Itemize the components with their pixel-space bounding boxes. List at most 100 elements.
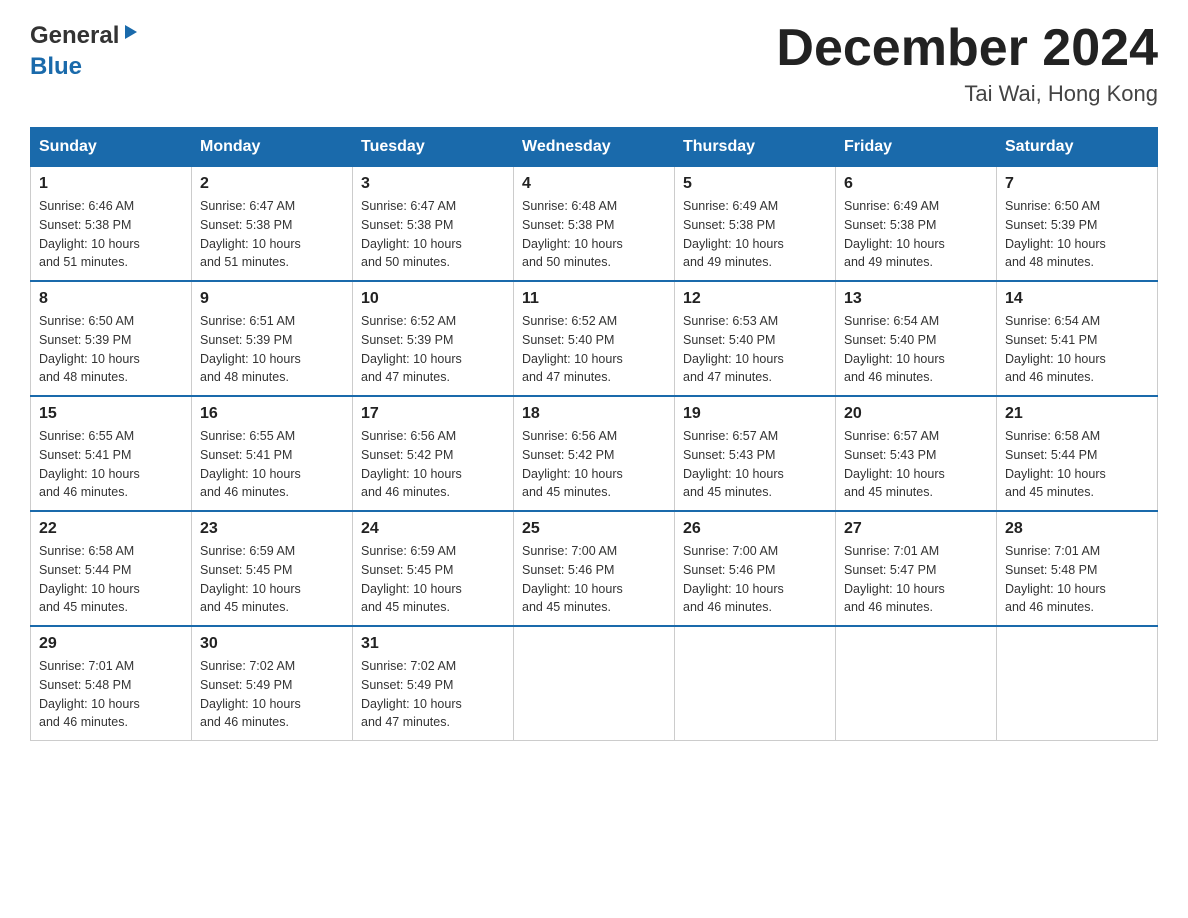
table-row: 20 Sunrise: 6:57 AMSunset: 5:43 PMDayligh… — [836, 396, 997, 511]
day-info: Sunrise: 6:52 AMSunset: 5:40 PMDaylight:… — [522, 312, 666, 387]
day-info: Sunrise: 6:47 AMSunset: 5:38 PMDaylight:… — [361, 197, 505, 272]
day-info: Sunrise: 7:01 AMSunset: 5:48 PMDaylight:… — [1005, 542, 1149, 617]
table-row: 28 Sunrise: 7:01 AMSunset: 5:48 PMDayligh… — [997, 511, 1158, 626]
logo-general-text: General — [30, 20, 119, 51]
col-monday: Monday — [192, 128, 353, 167]
day-info: Sunrise: 6:54 AMSunset: 5:40 PMDaylight:… — [844, 312, 988, 387]
day-info: Sunrise: 7:00 AMSunset: 5:46 PMDaylight:… — [683, 542, 827, 617]
table-row: 30 Sunrise: 7:02 AMSunset: 5:49 PMDayligh… — [192, 626, 353, 741]
day-info: Sunrise: 6:51 AMSunset: 5:39 PMDaylight:… — [200, 312, 344, 387]
calendar-week-row: 1 Sunrise: 6:46 AMSunset: 5:38 PMDaylight… — [31, 167, 1158, 282]
day-number: 4 — [522, 175, 666, 193]
page-subtitle: Tai Wai, Hong Kong — [776, 81, 1158, 107]
table-row: 9 Sunrise: 6:51 AMSunset: 5:39 PMDaylight… — [192, 281, 353, 396]
day-info: Sunrise: 6:58 AMSunset: 5:44 PMDaylight:… — [1005, 427, 1149, 502]
day-number: 2 — [200, 175, 344, 193]
day-number: 5 — [683, 175, 827, 193]
day-info: Sunrise: 6:52 AMSunset: 5:39 PMDaylight:… — [361, 312, 505, 387]
calendar-table: Sunday Monday Tuesday Wednesday Thursday… — [30, 127, 1158, 741]
table-row: 2Sunrise: 6:47 AMSunset: 5:38 PMDaylight… — [192, 167, 353, 282]
day-number: 25 — [522, 520, 666, 538]
day-info: Sunrise: 6:49 AMSunset: 5:38 PMDaylight:… — [683, 197, 827, 272]
table-row: 16 Sunrise: 6:55 AMSunset: 5:41 PMDayligh… — [192, 396, 353, 511]
table-row — [675, 626, 836, 741]
day-number: 17 — [361, 405, 505, 423]
day-number: 15 — [39, 405, 183, 423]
logo-arrow-icon — [121, 23, 139, 48]
day-number: 10 — [361, 290, 505, 308]
day-info: Sunrise: 6:58 AMSunset: 5:44 PMDaylight:… — [39, 542, 183, 617]
day-info: Sunrise: 6:55 AMSunset: 5:41 PMDaylight:… — [200, 427, 344, 502]
logo: General Blue — [30, 20, 139, 82]
table-row: 17 Sunrise: 6:56 AMSunset: 5:42 PMDayligh… — [353, 396, 514, 511]
day-info: Sunrise: 6:56 AMSunset: 5:42 PMDaylight:… — [361, 427, 505, 502]
day-info: Sunrise: 6:56 AMSunset: 5:42 PMDaylight:… — [522, 427, 666, 502]
table-row: 6 Sunrise: 6:49 AMSunset: 5:38 PMDaylight… — [836, 167, 997, 282]
table-row: 24Sunrise: 6:59 AMSunset: 5:45 PMDayligh… — [353, 511, 514, 626]
day-number: 14 — [1005, 290, 1149, 308]
day-number: 8 — [39, 290, 183, 308]
day-number: 13 — [844, 290, 988, 308]
day-number: 12 — [683, 290, 827, 308]
calendar-week-row: 15 Sunrise: 6:55 AMSunset: 5:41 PMDayligh… — [31, 396, 1158, 511]
day-info: Sunrise: 7:01 AMSunset: 5:48 PMDaylight:… — [39, 657, 183, 732]
day-info: Sunrise: 7:02 AMSunset: 5:49 PMDaylight:… — [361, 657, 505, 732]
day-number: 30 — [200, 635, 344, 653]
day-number: 23 — [200, 520, 344, 538]
day-info: Sunrise: 7:02 AMSunset: 5:49 PMDaylight:… — [200, 657, 344, 732]
day-info: Sunrise: 7:00 AMSunset: 5:46 PMDaylight:… — [522, 542, 666, 617]
col-saturday: Saturday — [997, 128, 1158, 167]
calendar-header-row: Sunday Monday Tuesday Wednesday Thursday… — [31, 128, 1158, 167]
table-row: 22Sunrise: 6:58 AMSunset: 5:44 PMDayligh… — [31, 511, 192, 626]
table-row: 3 Sunrise: 6:47 AMSunset: 5:38 PMDaylight… — [353, 167, 514, 282]
table-row — [997, 626, 1158, 741]
day-info: Sunrise: 6:46 AMSunset: 5:38 PMDaylight:… — [39, 197, 183, 272]
day-number: 31 — [361, 635, 505, 653]
table-row: 31 Sunrise: 7:02 AMSunset: 5:49 PMDayligh… — [353, 626, 514, 741]
col-sunday: Sunday — [31, 128, 192, 167]
table-row: 23Sunrise: 6:59 AMSunset: 5:45 PMDayligh… — [192, 511, 353, 626]
table-row: 10 Sunrise: 6:52 AMSunset: 5:39 PMDayligh… — [353, 281, 514, 396]
table-row: 5 Sunrise: 6:49 AMSunset: 5:38 PMDaylight… — [675, 167, 836, 282]
table-row — [514, 626, 675, 741]
calendar-week-row: 29Sunrise: 7:01 AMSunset: 5:48 PMDayligh… — [31, 626, 1158, 741]
day-info: Sunrise: 7:01 AMSunset: 5:47 PMDaylight:… — [844, 542, 988, 617]
day-number: 28 — [1005, 520, 1149, 538]
table-row: 14 Sunrise: 6:54 AMSunset: 5:41 PMDayligh… — [997, 281, 1158, 396]
table-row: 7Sunrise: 6:50 AMSunset: 5:39 PMDaylight… — [997, 167, 1158, 282]
day-number: 3 — [361, 175, 505, 193]
day-info: Sunrise: 6:57 AMSunset: 5:43 PMDaylight:… — [844, 427, 988, 502]
table-row: 8 Sunrise: 6:50 AMSunset: 5:39 PMDaylight… — [31, 281, 192, 396]
day-number: 19 — [683, 405, 827, 423]
day-info: Sunrise: 6:48 AMSunset: 5:38 PMDaylight:… — [522, 197, 666, 272]
day-number: 27 — [844, 520, 988, 538]
day-number: 16 — [200, 405, 344, 423]
table-row: 29Sunrise: 7:01 AMSunset: 5:48 PMDayligh… — [31, 626, 192, 741]
table-row: 19 Sunrise: 6:57 AMSunset: 5:43 PMDayligh… — [675, 396, 836, 511]
logo-blue-text: Blue — [30, 53, 82, 80]
table-row: 1 Sunrise: 6:46 AMSunset: 5:38 PMDaylight… — [31, 167, 192, 282]
day-info: Sunrise: 6:57 AMSunset: 5:43 PMDaylight:… — [683, 427, 827, 502]
col-tuesday: Tuesday — [353, 128, 514, 167]
table-row: 27 Sunrise: 7:01 AMSunset: 5:47 PMDayligh… — [836, 511, 997, 626]
day-number: 11 — [522, 290, 666, 308]
day-number: 21 — [1005, 405, 1149, 423]
day-number: 18 — [522, 405, 666, 423]
table-row: 11 Sunrise: 6:52 AMSunset: 5:40 PMDayligh… — [514, 281, 675, 396]
table-row: 26Sunrise: 7:00 AMSunset: 5:46 PMDayligh… — [675, 511, 836, 626]
day-info: Sunrise: 6:49 AMSunset: 5:38 PMDaylight:… — [844, 197, 988, 272]
calendar-week-row: 22Sunrise: 6:58 AMSunset: 5:44 PMDayligh… — [31, 511, 1158, 626]
day-number: 1 — [39, 175, 183, 193]
page-header: General Blue December 2024 Tai Wai, Hong… — [30, 20, 1158, 107]
table-row: 25 Sunrise: 7:00 AMSunset: 5:46 PMDayligh… — [514, 511, 675, 626]
day-info: Sunrise: 6:53 AMSunset: 5:40 PMDaylight:… — [683, 312, 827, 387]
title-block: December 2024 Tai Wai, Hong Kong — [776, 20, 1158, 107]
day-number: 9 — [200, 290, 344, 308]
day-info: Sunrise: 6:50 AMSunset: 5:39 PMDaylight:… — [39, 312, 183, 387]
day-number: 20 — [844, 405, 988, 423]
table-row: 21 Sunrise: 6:58 AMSunset: 5:44 PMDayligh… — [997, 396, 1158, 511]
day-number: 6 — [844, 175, 988, 193]
table-row: 13 Sunrise: 6:54 AMSunset: 5:40 PMDayligh… — [836, 281, 997, 396]
day-info: Sunrise: 6:54 AMSunset: 5:41 PMDaylight:… — [1005, 312, 1149, 387]
day-number: 7 — [1005, 175, 1149, 193]
